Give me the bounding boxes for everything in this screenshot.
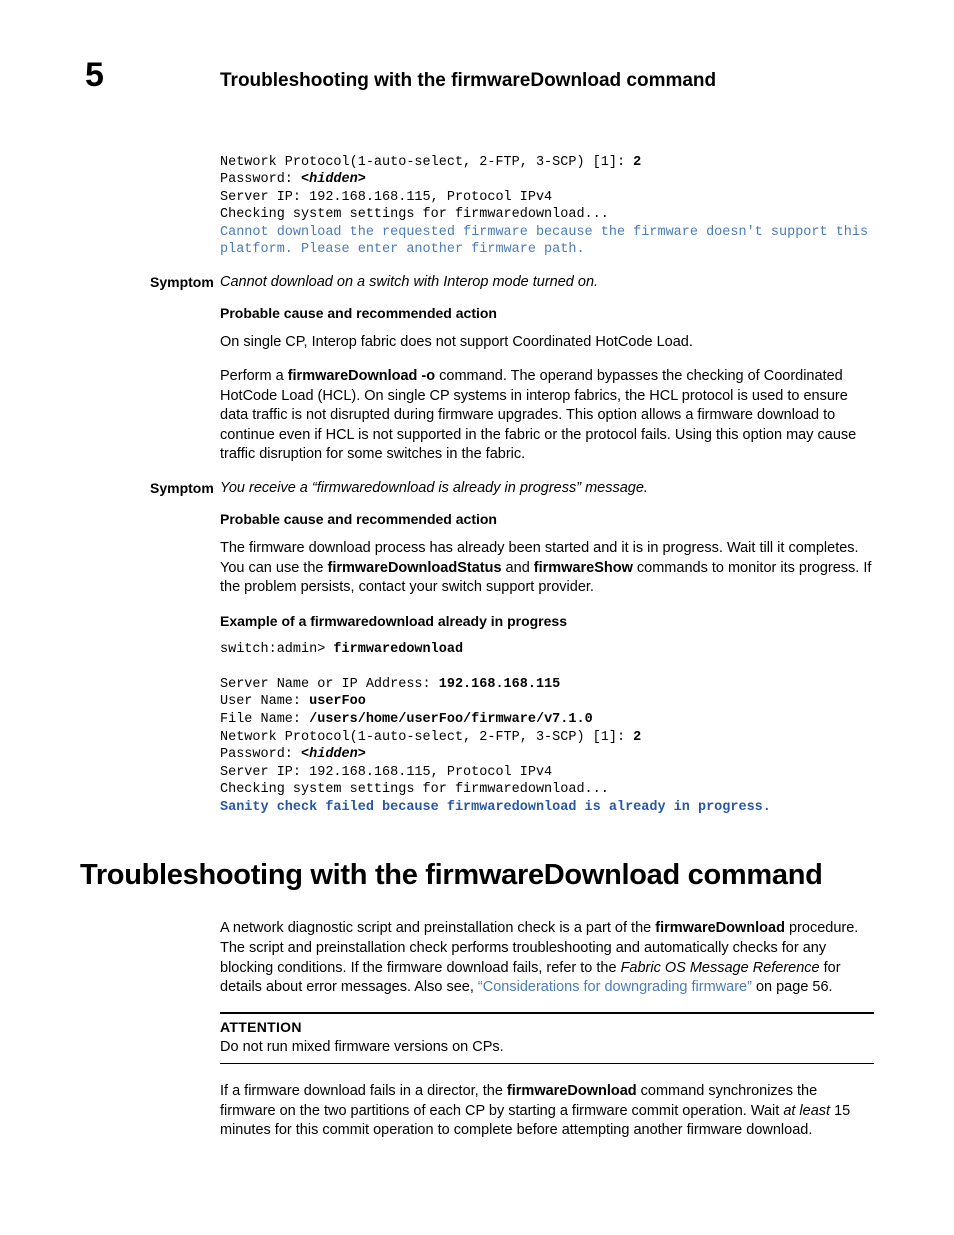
- command-name: firmwareDownload: [655, 920, 785, 936]
- command-name: firmwareDownload -o: [288, 368, 435, 384]
- code-text: Checking system settings for firmwaredow…: [220, 782, 609, 797]
- cross-reference-link[interactable]: “Considerations for downgrading firmware…: [478, 979, 752, 995]
- sub-heading: Probable cause and recommended action: [220, 510, 874, 529]
- symptom-label: Symptom: [80, 273, 220, 293]
- symptom-text: You receive a “firmwaredownload is alrea…: [220, 479, 648, 499]
- code-text: 192.168.168.115: [439, 677, 561, 692]
- section-heading: Troubleshooting with the firmwareDownloa…: [80, 856, 874, 895]
- code-text: File Name:: [220, 712, 309, 727]
- text: A network diagnostic script and preinsta…: [220, 920, 655, 936]
- paragraph: Perform a firmwareDownload -o command. T…: [220, 367, 874, 465]
- code-text: Password:: [220, 747, 301, 762]
- code-text: Checking system settings for firmwaredow…: [220, 207, 609, 222]
- reference-title: Fabric OS Message Reference: [621, 960, 820, 976]
- code-text: 2: [633, 730, 641, 745]
- code-error-text: Cannot download the requested firmware b…: [220, 225, 876, 258]
- sub-heading: Probable cause and recommended action: [220, 304, 874, 323]
- code-text: /users/home/userFoo/firmware/v7.1.0: [309, 712, 593, 727]
- code-text: Server IP: 192.168.168.115, Protocol IPv…: [220, 190, 552, 205]
- text: If a firmware download fails in a direct…: [220, 1083, 507, 1099]
- symptom-text: Cannot download on a switch with Interop…: [220, 273, 598, 293]
- chapter-number: 5: [85, 53, 104, 99]
- symptom-row: Symptom You receive a “firmwaredownload …: [80, 479, 874, 499]
- attention-label: ATTENTION: [220, 1018, 874, 1037]
- code-block-2: switch:admin> firmwaredownload Server Na…: [220, 641, 874, 816]
- code-text: <hidden>: [301, 172, 366, 187]
- running-header: Troubleshooting with the firmwareDownloa…: [220, 68, 874, 94]
- code-text: Server IP: 192.168.168.115, Protocol IPv…: [220, 765, 552, 780]
- code-text: Server Name or IP Address:: [220, 677, 439, 692]
- code-text: Network Protocol(1-auto-select, 2-FTP, 3…: [220, 730, 633, 745]
- text: on page 56.: [752, 979, 833, 995]
- emphasis: at least: [783, 1103, 830, 1119]
- code-block-1: Network Protocol(1-auto-select, 2-FTP, 3…: [220, 154, 874, 259]
- command-name: firmwareDownload: [507, 1083, 637, 1099]
- code-text: switch:admin>: [220, 642, 333, 657]
- command-name: firmwareDownloadStatus: [328, 560, 502, 576]
- symptom-label: Symptom: [80, 479, 220, 499]
- attention-text: Do not run mixed firmware versions on CP…: [220, 1038, 874, 1058]
- paragraph: The firmware download process has alread…: [220, 539, 874, 598]
- paragraph: If a firmware download fails in a direct…: [220, 1082, 874, 1141]
- code-text: <hidden>: [301, 747, 366, 762]
- paragraph: A network diagnostic script and preinsta…: [220, 919, 874, 997]
- symptom-row: Symptom Cannot download on a switch with…: [80, 273, 874, 293]
- code-text: userFoo: [309, 694, 366, 709]
- text: and: [502, 560, 534, 576]
- code-text: Password:: [220, 172, 301, 187]
- example-heading: Example of a firmwaredownload already in…: [220, 612, 874, 631]
- command-name: firmwareShow: [534, 560, 633, 576]
- code-text: User Name:: [220, 694, 309, 709]
- paragraph: On single CP, Interop fabric does not su…: [220, 333, 874, 353]
- code-text: firmwaredownload: [333, 642, 463, 657]
- text: Perform a: [220, 368, 288, 384]
- attention-box: ATTENTION Do not run mixed firmware vers…: [220, 1012, 874, 1064]
- code-text: 2: [633, 155, 641, 170]
- code-text: Network Protocol(1-auto-select, 2-FTP, 3…: [220, 155, 633, 170]
- code-error-text: Sanity check failed because firmwaredown…: [220, 800, 771, 815]
